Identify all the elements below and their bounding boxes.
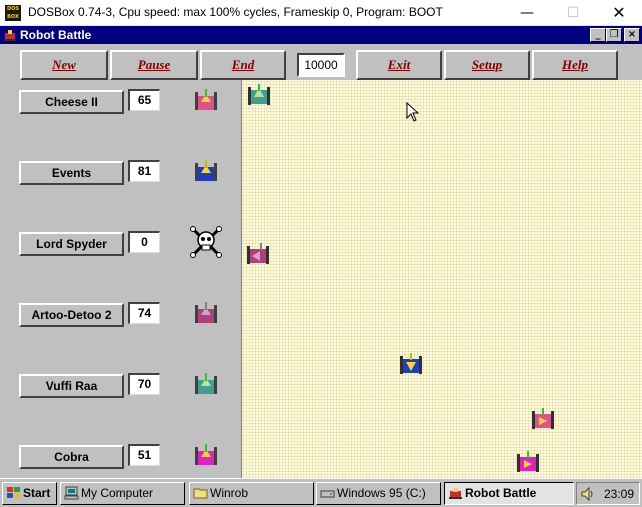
robot-tank-icon [532, 408, 554, 429]
battle-arena[interactable] [241, 80, 642, 478]
tank-icon [195, 89, 217, 110]
taskbar-item-my-computer[interactable]: My Computer [60, 482, 185, 505]
robot-score: 70 [128, 373, 160, 395]
robot-tank-icon [400, 353, 422, 374]
robot-name-button[interactable]: Cheese II [19, 90, 124, 114]
robot-score: 81 [128, 160, 160, 182]
taskbar-item-windows95-c[interactable]: Windows 95 (C:) [316, 482, 441, 505]
robot-name-button[interactable]: Artoo-Detoo 2 [19, 303, 124, 327]
tank-icon [195, 302, 217, 323]
tank-icon [195, 444, 217, 465]
host-minimize-button[interactable]: — [504, 0, 550, 26]
score-limit-field[interactable]: 10000 [297, 53, 345, 77]
host-maximize-button[interactable]: ☐ [550, 0, 596, 26]
robot-name-button[interactable]: Lord Spyder [19, 232, 124, 256]
tank-icon [195, 373, 217, 394]
robot-score: 74 [128, 302, 160, 324]
robot-tank-icon [247, 243, 269, 264]
taskbar: Start My Computer Winrob Windows 95 (C:) [0, 478, 642, 507]
mouse-cursor-icon [406, 102, 420, 122]
taskbar-item-winrob[interactable]: Winrob [189, 482, 314, 505]
taskbar-item-label: Robot Battle [465, 486, 537, 500]
robot-name-button[interactable]: Vuffi Raa [19, 374, 124, 398]
taskbar-item-robot-battle[interactable]: Robot Battle [444, 482, 574, 505]
dosbox-logo-icon: DOS BOX [5, 5, 21, 21]
skull-crossbones-icon [190, 226, 222, 258]
help-button[interactable]: Help [532, 50, 618, 80]
robot-battle-icon [449, 488, 462, 499]
robot-score: 65 [128, 89, 160, 111]
robot-score: 0 [128, 231, 160, 253]
pause-button[interactable]: Pause [110, 50, 198, 80]
taskbar-item-label: Winrob [210, 486, 249, 500]
host-titlebar: DOS BOX DOSBox 0.74-3, Cpu speed: max 10… [0, 0, 642, 26]
robot-battle-icon [4, 30, 16, 41]
drive-icon [320, 490, 335, 498]
taskbar-item-label: Windows 95 (C:) [337, 486, 426, 500]
new-button[interactable]: New [20, 50, 108, 80]
app-titlebar[interactable]: Robot Battle _ ❐ × [0, 26, 642, 44]
setup-button[interactable]: Setup [444, 50, 530, 80]
toolbar: New Pause End 10000 Exit Setup Help [20, 50, 640, 80]
start-button[interactable]: Start [2, 482, 57, 505]
taskbar-item-label: My Computer [81, 486, 154, 500]
start-label: Start [23, 486, 51, 500]
folder-icon [193, 488, 208, 499]
robot-name-button[interactable]: Events [19, 161, 124, 185]
system-tray: 23:09 [576, 482, 640, 505]
tank-icon [195, 160, 217, 181]
host-window-title: DOSBox 0.74-3, Cpu speed: max 100% cycle… [28, 5, 443, 19]
robot-battle-window: Robot Battle _ ❐ × New Pause End 10000 E… [0, 26, 642, 478]
exit-button[interactable]: Exit [356, 50, 442, 80]
robot-tank-icon [517, 451, 539, 472]
host-close-button[interactable]: ✕ [596, 0, 642, 26]
app-title: Robot Battle [20, 28, 92, 42]
windows-logo-icon [7, 487, 20, 498]
end-button[interactable]: End [200, 50, 286, 80]
app-restore-button[interactable]: ❐ [606, 28, 622, 42]
robot-tank-icon [248, 84, 270, 105]
robot-name-button[interactable]: Cobra [19, 445, 124, 469]
speaker-icon[interactable] [580, 486, 596, 502]
app-minimize-button[interactable]: _ [590, 28, 606, 42]
app-close-button[interactable]: × [624, 28, 640, 42]
clock[interactable]: 23:09 [604, 487, 634, 501]
win95-screen: Robot Battle _ ❐ × New Pause End 10000 E… [0, 26, 642, 507]
computer-icon [64, 486, 79, 500]
robot-score: 51 [128, 444, 160, 466]
